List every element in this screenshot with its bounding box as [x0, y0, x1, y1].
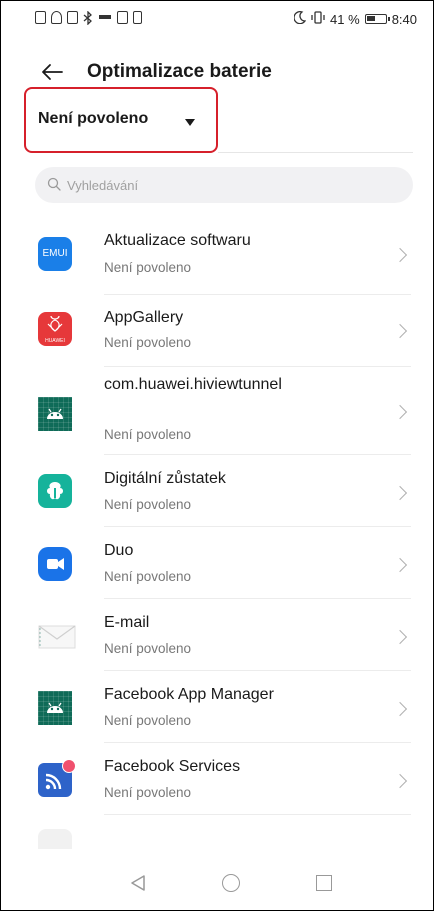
moon-icon — [293, 11, 307, 27]
filter-selected-value: Není povoleno — [38, 110, 149, 127]
app-name: AppGallery — [104, 309, 184, 326]
notification-dot-icon — [62, 759, 76, 773]
divider — [218, 152, 413, 153]
list-item[interactable]: EMUI Aktualizace softwaru Není povoleno — [1, 217, 433, 295]
android-icon — [38, 397, 72, 431]
chevron-right-icon — [392, 557, 408, 573]
digital-balance-icon — [38, 474, 72, 508]
app-name: Facebook Services — [104, 758, 241, 775]
app-status: Není povoleno — [104, 260, 192, 275]
list-item[interactable]: Facebook App Manager Není povoleno — [1, 671, 433, 743]
app-status: Není povoleno — [104, 335, 192, 350]
email-icon — [38, 619, 76, 653]
app-name: Facebook App Manager — [104, 686, 274, 703]
nfc-icon — [67, 11, 78, 24]
duo-icon — [38, 547, 72, 581]
app-name: Duo — [104, 542, 134, 559]
app-icon — [38, 829, 72, 849]
bluetooth-icon — [83, 10, 93, 26]
search-input[interactable] — [67, 167, 397, 203]
search-bar[interactable] — [35, 167, 413, 203]
chevron-right-icon — [392, 247, 408, 263]
list-item[interactable]: Duo Není povoleno — [1, 527, 433, 599]
system-indicators: 41 % 8:40 — [293, 11, 417, 27]
android-icon — [38, 691, 72, 725]
caret-down-icon — [185, 119, 195, 126]
vibrate-icon — [311, 11, 325, 27]
notification-icons — [35, 10, 142, 26]
chevron-right-icon — [392, 323, 408, 339]
nav-recent-apps-icon[interactable] — [316, 875, 332, 891]
lock-icon — [133, 11, 142, 24]
status-bar: 41 % 8:40 — [1, 1, 433, 41]
chevron-right-icon — [392, 485, 408, 501]
key-icon — [98, 11, 112, 24]
list-item[interactable]: com.huawei.hiviewtunnel Není povoleno — [1, 367, 433, 455]
app-status: Není povoleno — [104, 427, 192, 442]
nav-home-icon[interactable] — [222, 874, 240, 892]
emui-icon: EMUI — [38, 237, 72, 271]
facebook-services-icon — [38, 759, 76, 797]
back-arrow-icon[interactable] — [39, 59, 65, 85]
app-name: Digitální zůstatek — [104, 470, 226, 487]
app-status: Není povoleno — [104, 497, 192, 512]
app-name: com.huawei.hiviewtunnel — [104, 376, 282, 393]
appgallery-icon: HUAWEI — [38, 312, 72, 346]
battery-icon — [364, 14, 390, 24]
app-status: Není povoleno — [104, 713, 192, 728]
nav-back-icon[interactable] — [129, 874, 147, 892]
app-status: Není povoleno — [104, 569, 192, 584]
screen: 41 % 8:40 Optimalizace baterie Není povo… — [0, 0, 434, 911]
clock: 8:40 — [391, 11, 417, 27]
chevron-right-icon — [392, 701, 408, 717]
list-item[interactable]: E-mail Není povoleno — [1, 599, 433, 671]
battery-percent: 41 % — [330, 11, 360, 27]
list-item[interactable]: Digitální zůstatek Není povoleno — [1, 455, 433, 527]
list-item[interactable] — [1, 815, 433, 855]
list-item[interactable]: Facebook Services Není povoleno — [1, 743, 433, 815]
notification-icon — [35, 11, 46, 24]
app-status: Není povoleno — [104, 641, 192, 656]
chevron-right-icon — [392, 773, 408, 789]
page-title: Optimalizace baterie — [87, 61, 272, 82]
list-item[interactable]: HUAWEI AppGallery Není povoleno — [1, 295, 433, 367]
chevron-right-icon — [392, 404, 408, 420]
chevron-right-icon — [392, 629, 408, 645]
wifi-icon — [51, 11, 62, 24]
app-name: Aktualizace softwaru — [104, 232, 251, 249]
filter-dropdown[interactable]: Není povoleno — [24, 87, 218, 153]
image-icon — [117, 11, 128, 24]
search-icon — [47, 177, 61, 191]
app-status: Není povoleno — [104, 785, 192, 800]
app-name: E-mail — [104, 614, 150, 631]
navigation-bar — [1, 856, 433, 910]
